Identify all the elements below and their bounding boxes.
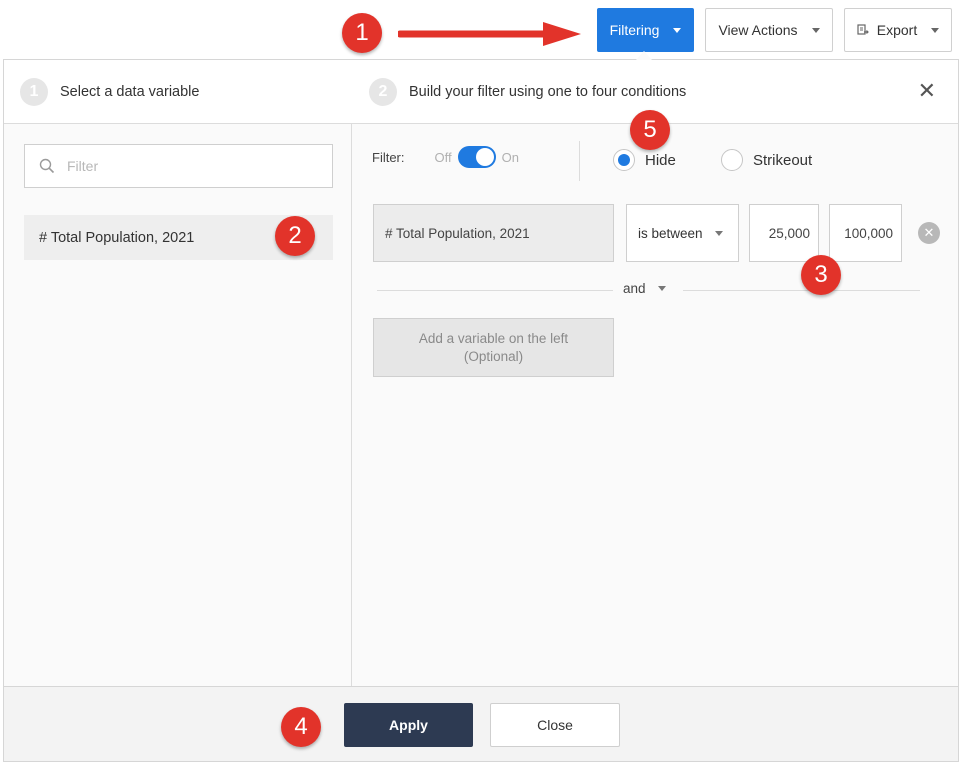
divider [579, 141, 580, 181]
radio-strikeout-label: Strikeout [753, 151, 813, 169]
annotation-badge-2: 2 [275, 216, 315, 256]
value-min-input[interactable] [749, 204, 819, 262]
export-label: Export [876, 22, 918, 38]
filtering-label: Filtering [609, 22, 660, 38]
annotation-arrow [398, 22, 581, 46]
filter-label: Filter: [372, 149, 405, 165]
annotation-badge-1: 1 [342, 13, 382, 53]
radio-hide-label: Hide [645, 151, 676, 169]
export-file-icon [857, 24, 869, 35]
operator-label: is between [638, 225, 703, 241]
condition-column: Filter: Off On Hide Strikeout # Total Po… [353, 124, 958, 686]
condition-variable: # Total Population, 2021 [373, 204, 614, 262]
conjunction-select[interactable]: and [623, 281, 666, 296]
dropdown-pointer [636, 51, 652, 60]
filter-toggle[interactable] [457, 146, 496, 168]
step-2-label: Build your filter using one to four cond… [409, 84, 687, 100]
radio-button[interactable] [721, 149, 743, 171]
toggle-off-label: Off [434, 149, 452, 165]
radio-strikeout[interactable]: Strikeout [721, 149, 812, 171]
toggle-on-label: On [501, 149, 519, 165]
chevron-down-icon [714, 230, 723, 236]
radio-hide[interactable]: Hide [613, 149, 676, 171]
chevron-down-icon [657, 286, 666, 291]
operator-select[interactable]: is between [626, 204, 739, 262]
chevron-down-icon [931, 27, 940, 33]
search-icon [39, 158, 55, 174]
annotation-badge-3: 3 [801, 255, 841, 295]
view-actions-label: View Actions [718, 22, 798, 38]
radio-button-checked[interactable] [613, 149, 635, 171]
search-input[interactable] [67, 158, 307, 174]
divider [683, 290, 920, 291]
panel-footer: Apply Close [4, 686, 958, 761]
add-variable-optional: (Optional) [463, 348, 524, 364]
filter-panel: 1 Select a data variable 2 Build your fi… [3, 59, 959, 762]
filter-toggle-row: Filter: Off On [372, 146, 519, 168]
variable-column: # Total Population, 2021 [4, 124, 352, 686]
step-2: 2 Build your filter using one to four co… [369, 78, 686, 106]
chevron-down-icon [673, 27, 682, 33]
add-variable-slot[interactable]: Add a variable on the left (Optional) [373, 318, 614, 377]
remove-condition-icon[interactable]: ✕ [918, 222, 940, 244]
step-2-number: 2 [369, 78, 397, 106]
value-max-input[interactable] [829, 204, 902, 262]
step-1-label: Select a data variable [60, 84, 200, 100]
apply-button[interactable]: Apply [344, 703, 473, 747]
annotation-badge-4: 4 [281, 707, 321, 747]
variable-search [24, 144, 333, 188]
step-1-number: 1 [20, 78, 48, 106]
export-button[interactable]: Export [844, 8, 952, 52]
filtering-button[interactable]: Filtering [597, 8, 694, 52]
add-variable-text: Add a variable on the left [418, 330, 569, 346]
close-icon[interactable]: ✕ [918, 80, 936, 102]
divider [377, 290, 613, 291]
step-1: 1 Select a data variable [20, 78, 199, 106]
close-button[interactable]: Close [490, 703, 620, 747]
view-actions-button[interactable]: View Actions [705, 8, 833, 52]
chevron-down-icon [811, 27, 820, 33]
conjunction-label: and [623, 281, 646, 296]
annotation-badge-5: 5 [630, 110, 670, 150]
panel-header: 1 Select a data variable 2 Build your fi… [4, 60, 958, 124]
